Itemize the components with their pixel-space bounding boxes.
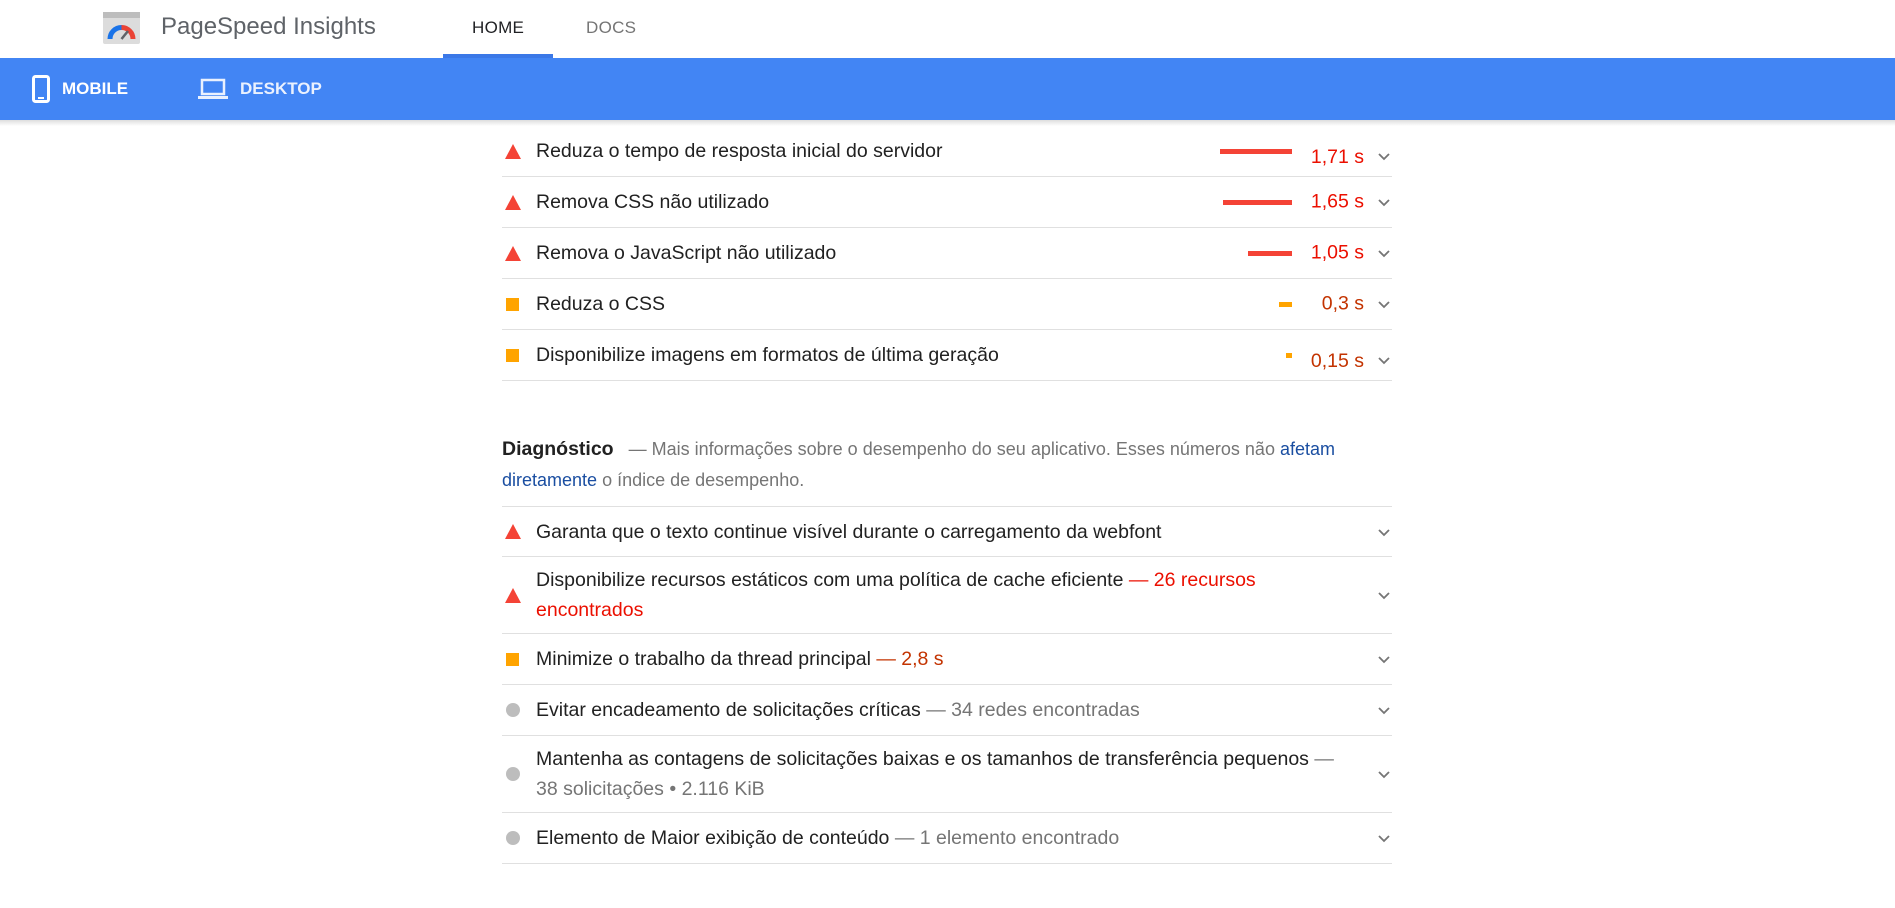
savings-bar-wrap <box>1223 177 1292 227</box>
savings-value: 1,65 s <box>1310 190 1364 213</box>
fail-triangle-icon <box>505 194 521 210</box>
diagnostic-title: Garanta que o texto continue visível dur… <box>536 520 1162 543</box>
chevron-down-icon[interactable] <box>1376 296 1392 312</box>
average-square-icon <box>506 297 519 311</box>
diagnostic-title: Disponibilize recursos estáticos com uma… <box>536 569 1124 591</box>
status-icon-wrap <box>502 297 536 311</box>
app-title: PageSpeed Insights <box>161 13 376 40</box>
mobile-phone-icon <box>32 75 50 103</box>
savings-value: 1,05 s <box>1310 241 1364 264</box>
diagnostic-text: Evitar encadeamento de solicitações crít… <box>536 695 1140 725</box>
device-tab-bar: MOBILE DESKTOP <box>0 58 1895 178</box>
status-icon-wrap <box>502 767 536 781</box>
top-app-bar: PageSpeed Insights HOME DOCS <box>0 0 1895 58</box>
diagnostic-row[interactable]: Evitar encadeamento de solicitações crít… <box>502 685 1392 736</box>
opportunity-title: Remova o JavaScript não utilizado <box>536 242 837 264</box>
active-device-indicator <box>0 174 166 178</box>
status-icon-wrap <box>502 348 536 362</box>
fail-triangle-icon <box>505 143 521 159</box>
tab-docs[interactable]: DOCS <box>586 18 636 38</box>
opportunity-row[interactable]: Reduza o CSS 0,3 s <box>502 279 1392 330</box>
diagnostic-title: Mantenha as contagens de solicitações ba… <box>536 748 1309 770</box>
savings-value: 0,15 s <box>1310 350 1364 372</box>
status-icon-wrap <box>502 703 536 717</box>
diagnostic-text: Elemento de Maior exibição de conteúdo —… <box>536 823 1119 853</box>
diagnostic-title: Elemento de Maior exibição de conteúdo <box>536 827 890 849</box>
tab-mobile[interactable]: MOBILE <box>32 58 128 120</box>
average-square-icon <box>506 652 519 666</box>
chevron-down-icon[interactable] <box>1376 524 1392 540</box>
savings-bar <box>1223 199 1292 205</box>
status-icon-wrap <box>502 524 536 539</box>
average-square-icon <box>506 348 519 362</box>
opportunity-row[interactable]: Disponibilize imagens em formatos de últ… <box>502 330 1392 381</box>
savings-bar <box>1220 149 1292 154</box>
diagnostic-text: Minimize o trabalho da thread principal … <box>536 644 944 674</box>
savings-bar-wrap <box>1286 330 1292 403</box>
opportunities-list: Reduza o tempo de resposta inicial do se… <box>502 126 1392 381</box>
status-icon-wrap <box>502 831 536 845</box>
diagnostic-text: Garanta que o texto continue visível dur… <box>536 517 1161 547</box>
diagnostic-row[interactable]: Minimize o trabalho da thread principal … <box>502 634 1392 685</box>
diagnostics-title: Diagnóstico <box>502 438 614 460</box>
savings-value: 1,71 s <box>1310 146 1364 168</box>
tab-mobile-label: MOBILE <box>62 79 129 98</box>
diagnostic-row[interactable]: Mantenha as contagens de solicitações ba… <box>502 736 1392 813</box>
laptop-icon <box>198 78 228 99</box>
opportunity-title: Disponibilize imagens em formatos de últ… <box>536 344 999 366</box>
diagnostic-row[interactable]: Elemento de Maior exibição de conteúdo —… <box>502 813 1392 864</box>
diagnostics-header: Diagnóstico — Mais informações sobre o d… <box>502 434 1392 496</box>
diagnostics-description-end: o índice de desempenho. <box>597 470 805 490</box>
chevron-down-icon[interactable] <box>1376 830 1392 846</box>
report-content: Reduza o tempo de resposta inicial do se… <box>502 126 1392 864</box>
savings-bar-wrap <box>1279 279 1292 329</box>
diagnostic-title: Minimize o trabalho da thread principal <box>536 648 871 670</box>
chevron-down-icon[interactable] <box>1376 194 1392 210</box>
pagespeed-logo-icon <box>103 12 140 44</box>
fail-triangle-icon <box>505 587 521 603</box>
chevron-down-icon[interactable] <box>1376 587 1392 603</box>
diagnostic-text: Mantenha as contagens de solicitações ba… <box>536 744 1356 804</box>
diagnostic-title: Evitar encadeamento de solicitações crít… <box>536 699 921 721</box>
chevron-down-icon[interactable] <box>1376 245 1392 261</box>
status-icon-wrap <box>502 245 536 261</box>
savings-bar <box>1286 353 1292 358</box>
diagnostic-detail: — 34 redes encontradas <box>926 699 1140 721</box>
neutral-circle-icon <box>506 831 520 845</box>
opportunity-row[interactable]: Remova CSS não utilizado 1,65 s <box>502 177 1392 228</box>
savings-bar <box>1248 250 1292 256</box>
opportunity-row[interactable]: Reduza o tempo de resposta inicial do se… <box>502 126 1392 177</box>
status-icon-wrap <box>502 652 536 666</box>
neutral-circle-icon <box>506 703 520 717</box>
fail-triangle-icon <box>505 524 521 539</box>
status-icon-wrap <box>502 587 536 603</box>
diagnostic-row[interactable]: Garanta que o texto continue visível dur… <box>502 506 1392 557</box>
tab-desktop-label: DESKTOP <box>240 79 322 98</box>
neutral-circle-icon <box>506 767 520 781</box>
savings-bar-wrap <box>1248 228 1292 278</box>
chevron-down-icon[interactable] <box>1376 148 1392 164</box>
opportunity-title: Reduza o tempo de resposta inicial do se… <box>536 140 943 162</box>
diagnostic-row[interactable]: Disponibilize recursos estáticos com uma… <box>502 557 1392 634</box>
diagnostic-detail: — 2,8 s <box>876 648 944 670</box>
tab-desktop[interactable]: DESKTOP <box>198 58 322 120</box>
status-icon-wrap <box>502 194 536 210</box>
tab-home[interactable]: HOME <box>472 18 524 38</box>
savings-value: 0,3 s <box>1321 292 1364 315</box>
diagnostics-list: Garanta que o texto continue visível dur… <box>502 506 1392 864</box>
opportunity-row[interactable]: Remova o JavaScript não utilizado 1,05 s <box>502 228 1392 279</box>
chevron-down-icon[interactable] <box>1376 766 1392 782</box>
chevron-down-icon[interactable] <box>1376 651 1392 667</box>
fail-triangle-icon <box>505 245 521 261</box>
chevron-down-icon[interactable] <box>1376 702 1392 718</box>
diagnostics-description: — Mais informações sobre o desempenho do… <box>628 439 1280 459</box>
chevron-down-icon[interactable] <box>1376 352 1392 368</box>
opportunity-title: Reduza o CSS <box>536 293 665 315</box>
diagnostic-text: Disponibilize recursos estáticos com uma… <box>536 565 1356 625</box>
diagnostic-detail: — 1 elemento encontrado <box>894 827 1120 849</box>
opportunity-title: Remova CSS não utilizado <box>536 191 770 213</box>
savings-bar <box>1279 301 1292 307</box>
status-icon-wrap <box>502 143 536 159</box>
